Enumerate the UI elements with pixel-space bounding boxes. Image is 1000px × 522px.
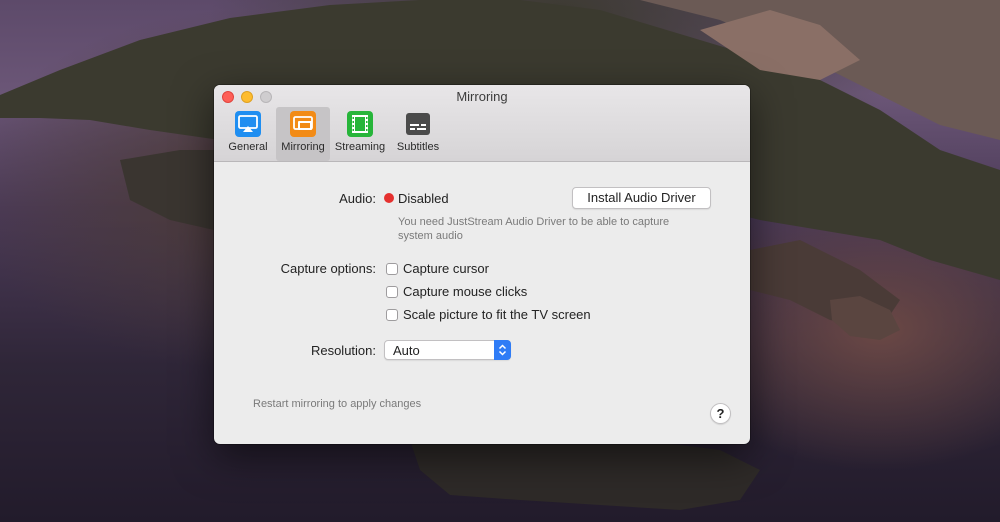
capture-options-label: Capture options:	[280, 261, 376, 276]
updown-chevron-icon	[494, 340, 511, 360]
audio-hint-line1: You need JustStream Audio Driver to be a…	[398, 216, 670, 228]
tab-mirroring-label: Mirroring	[281, 141, 325, 153]
resolution-value: Auto	[393, 343, 420, 358]
tab-streaming[interactable]: Streaming	[330, 107, 390, 161]
mirroring-settings-panel: Audio: Disabled Install Audio Driver You…	[214, 162, 750, 444]
subtitles-icon	[406, 113, 430, 135]
capture-mouse-clicks-checkbox[interactable]	[386, 286, 398, 298]
resolution-select[interactable]: Auto	[384, 340, 511, 360]
capture-mouse-clicks-label[interactable]: Capture mouse clicks	[403, 284, 527, 299]
scale-picture-label[interactable]: Scale picture to fit the TV screen	[403, 307, 591, 322]
tab-streaming-label: Streaming	[334, 141, 386, 153]
mirroring-icon	[290, 111, 316, 137]
tab-mirroring[interactable]: Mirroring	[276, 107, 330, 161]
scale-picture-checkbox[interactable]	[386, 309, 398, 321]
audio-hint: You need JustStream Audio Driver to be a…	[398, 215, 669, 243]
tab-general[interactable]: General	[220, 107, 276, 161]
window-title: Mirroring	[456, 89, 508, 104]
audio-hint-line2: system audio	[398, 230, 463, 242]
capture-cursor-checkbox[interactable]	[386, 263, 398, 275]
titlebar: Mirroring General Mirroring Streaming Su…	[214, 85, 750, 162]
preferences-toolbar: General Mirroring Streaming Subtitles	[220, 107, 446, 161]
streaming-icon	[347, 111, 373, 137]
help-button[interactable]: ?	[710, 403, 731, 424]
audio-status-text: Disabled	[398, 191, 449, 206]
general-icon	[235, 111, 261, 137]
restart-note: Restart mirroring to apply changes	[253, 398, 422, 410]
tab-subtitles-label: Subtitles	[396, 141, 440, 153]
audio-status-indicator	[384, 193, 394, 203]
mirroring-preferences-window: Mirroring General Mirroring Streaming Su…	[214, 85, 750, 444]
tab-general-label: General	[228, 141, 268, 153]
audio-label: Audio:	[339, 191, 376, 206]
install-audio-driver-button[interactable]: Install Audio Driver	[572, 187, 711, 209]
resolution-label: Resolution:	[310, 343, 376, 358]
capture-cursor-label[interactable]: Capture cursor	[403, 261, 489, 276]
tab-subtitles[interactable]: Subtitles	[390, 107, 446, 161]
